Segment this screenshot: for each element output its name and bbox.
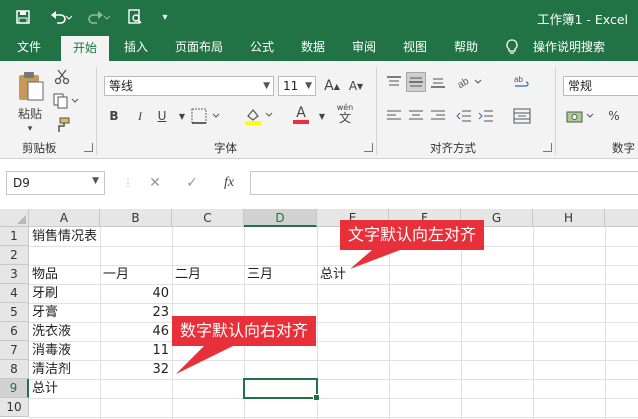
window-title: 工作簿1 - Excel [536,12,628,27]
font-launcher-icon[interactable] [364,143,373,152]
tab-help[interactable]: 帮助 [454,39,478,61]
paste-dropdown-icon[interactable]: ▾ [20,119,40,139]
undo-icon[interactable] [50,8,72,26]
chevron-down-icon: ▼ [263,81,270,91]
paste-icon[interactable] [14,69,48,103]
decrease-indent-icon[interactable] [454,106,474,126]
align-bottom-icon[interactable] [428,72,448,92]
formula-bar: D9 ▼ ⋮ ✕ ✓ fx [0,159,638,209]
customize-icon[interactable]: ▾ [156,8,174,26]
callout-pointers [176,250,400,374]
alignment-launcher-icon[interactable] [543,143,552,152]
print-preview-icon[interactable] [126,8,144,26]
worksheet-grid: A B C D E F G H 1 2 3 4 5 6 7 8 9 10 销售情… [0,209,638,419]
tab-page-layout[interactable]: 页面布局 [175,39,223,61]
tell-me-search[interactable]: 操作说明搜索 [533,39,605,61]
currency-format-icon[interactable] [565,106,597,126]
merge-center-icon[interactable] [512,106,532,126]
fill-color-icon[interactable] [243,106,277,126]
tab-formulas[interactable]: 公式 [250,39,274,61]
callout-text-alignment: 文字默认向左对齐 [340,220,485,250]
align-left-icon[interactable] [384,106,404,126]
svg-text:ab: ab [456,76,472,90]
name-box-value: D9 [13,176,30,190]
shrink-font-label: A [348,79,358,93]
redo-icon[interactable] [88,8,110,26]
font-color-dropdown-icon[interactable]: ▼ [312,106,332,126]
ribbon: 粘贴 ▾ 剪贴板 等线 ▼ 11 ▼ A ▲ A ▼ B I U ▼ A ▼ wén… [0,61,638,159]
font-name-combo[interactable]: 等线 ▼ [104,76,274,96]
title-bar: ▾ 工作簿1 - Excel [0,0,638,33]
callout-pointer-text [350,250,400,269]
increase-indent-icon[interactable] [476,106,496,126]
chevron-down-icon: ▼ [305,81,312,91]
bold-button[interactable]: B [104,106,124,126]
font-name-value: 等线 [109,79,134,93]
grow-font-label: A [324,78,334,94]
alignment-group-label: 对齐方式 [430,141,476,155]
wrap-text-icon[interactable]: ab [512,72,532,92]
font-size-value: 11 [283,79,299,93]
font-size-combo[interactable]: 11 ▼ [278,76,316,96]
insert-function-icon[interactable]: fx [219,173,239,193]
align-top-icon[interactable] [384,72,404,92]
align-middle-icon[interactable] [406,72,426,92]
enter-icon[interactable]: ✓ [182,173,202,193]
number-group-label: 数字 [612,141,635,155]
ribbon-divider [376,67,377,155]
ribbon-tabs: 文件 开始 插入 页面布局 公式 数据 审阅 视图 帮助 操作说明搜索 [0,33,638,61]
phonetic-guide-button[interactable]: wén 文 [330,103,360,125]
grow-font-button[interactable]: A ▲ [322,76,342,96]
percent-format-icon[interactable]: % [604,106,624,126]
shrink-font-button[interactable]: A ▼ [346,76,366,96]
clipboard-launcher-icon[interactable] [84,143,93,152]
save-icon[interactable] [14,8,32,26]
orientation-icon[interactable]: ab [454,72,486,92]
ribbon-divider [96,67,97,155]
align-right-icon[interactable] [428,106,448,126]
callout-number-alignment: 数字默认向右对齐 [172,316,317,346]
font-color-swatch [293,119,309,124]
borders-icon[interactable] [190,106,224,126]
name-box[interactable]: D9 ▼ [6,171,105,195]
align-center-icon[interactable] [406,106,426,126]
tab-data[interactable]: 数据 [301,39,325,61]
cancel-icon[interactable]: ✕ [145,173,165,193]
more-icon: ⋮ [123,177,133,189]
chevron-down-icon: ▼ [92,176,99,186]
number-format-value: 常规 [568,79,593,93]
tab-file[interactable]: 文件 [17,39,41,61]
svg-text:ab: ab [514,75,523,84]
callout-pointer-number [176,345,235,374]
tab-view[interactable]: 视图 [403,39,427,61]
ribbon-divider [555,67,556,155]
font-color-label: A [296,104,306,121]
lightbulb-icon[interactable] [505,39,525,61]
clipboard-group-label: 剪贴板 [22,141,57,155]
tab-home[interactable]: 开始 [61,36,110,61]
font-group-label: 字体 [214,141,237,155]
tab-insert[interactable]: 插入 [124,39,148,61]
number-format-combo[interactable]: 常规 [563,76,638,96]
tab-review[interactable]: 审阅 [352,39,376,61]
underline-dropdown-icon[interactable]: ▼ [172,106,192,126]
format-painter-icon[interactable] [52,115,72,135]
copy-icon[interactable] [52,91,80,111]
italic-button[interactable]: I [130,106,150,126]
underline-button[interactable]: U [152,106,172,126]
formula-input[interactable] [250,171,638,195]
cut-icon[interactable] [52,67,72,87]
